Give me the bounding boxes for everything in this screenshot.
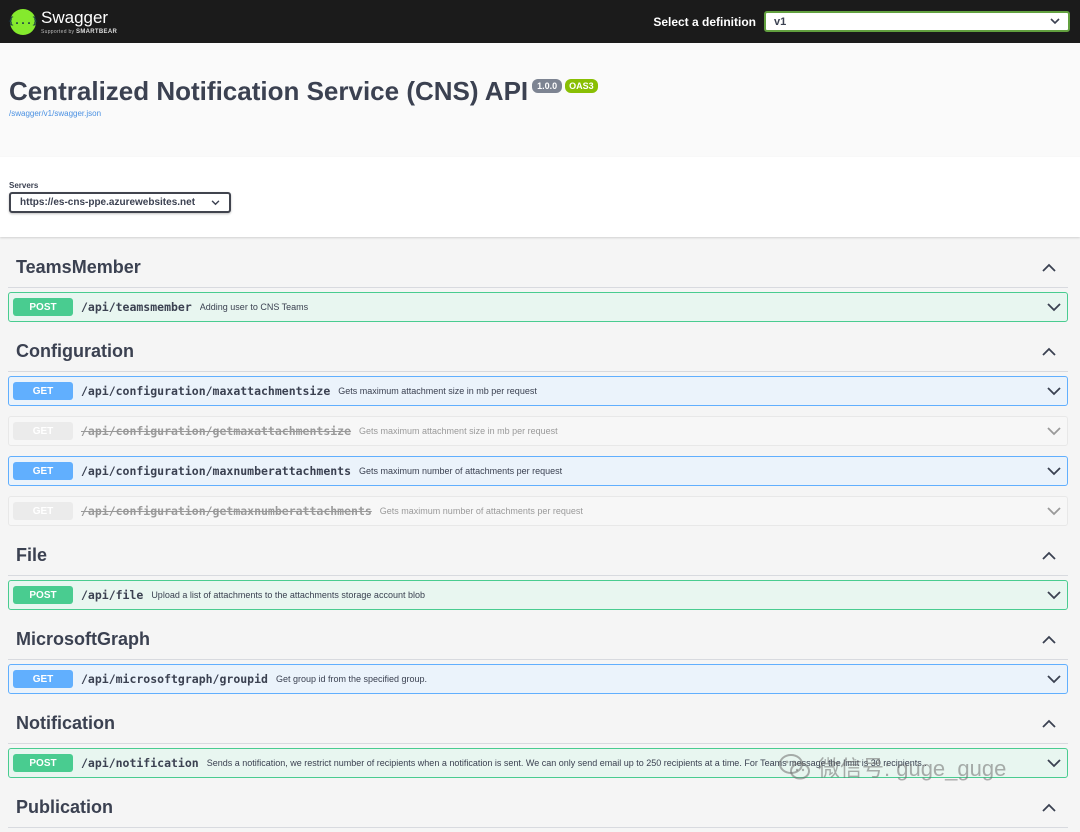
oas-badge: OAS3 (565, 79, 598, 93)
operation-summary: Gets maximum number of attachments per r… (379, 506, 583, 516)
chevron-down-icon[interactable] (1047, 674, 1061, 684)
swagger-logo-icon: {...} (8, 8, 38, 35)
definition-picker: Select a definition v1 (653, 11, 1070, 32)
operation-path: /api/notification (81, 756, 199, 770)
method-badge: GET (13, 462, 73, 480)
definition-value: v1 (774, 15, 787, 28)
api-info: Centralized Notification Service (CNS) A… (0, 43, 1080, 157)
servers-section: Servers https://es-cns-ppe.azurewebsites… (0, 157, 1080, 237)
operation-summary: Adding user to CNS Teams (199, 302, 309, 312)
operation-row[interactable]: GET/api/configuration/getmaxnumberattach… (8, 496, 1068, 526)
chevron-down-icon[interactable] (1047, 758, 1061, 768)
logo-name: Swagger (41, 7, 109, 27)
swagger-logo[interactable]: {...} Swagger Supported by SMARTBEAR (8, 7, 118, 35)
tag-section-notification[interactable]: Notification (8, 704, 1068, 744)
operation-path: /api/configuration/getmaxattachmentsize (81, 424, 352, 438)
method-badge: GET (13, 670, 73, 688)
tag-name: File (16, 545, 48, 565)
chevron-up-icon[interactable] (1042, 347, 1056, 357)
operation-path: /api/microsoftgraph/groupid (81, 672, 268, 686)
chevron-down-icon[interactable] (1047, 466, 1061, 476)
tag-name: Configuration (16, 341, 134, 361)
chevron-down-icon (1050, 18, 1060, 25)
operation-path: /api/configuration/maxattachmentsize (81, 384, 331, 398)
method-badge: GET (13, 382, 73, 400)
version-badge: 1.0.0 (532, 79, 563, 93)
servers-value: https://es-cns-ppe.azurewebsites.net (20, 197, 196, 208)
tag-name: Publication (16, 797, 114, 817)
tag-name: Notification (16, 713, 115, 733)
operation-path: /api/file (81, 588, 144, 602)
chevron-down-icon[interactable] (1047, 506, 1061, 516)
chevron-up-icon[interactable] (1042, 803, 1056, 813)
tag-section-publication[interactable]: Publication (8, 788, 1068, 828)
chevron-up-icon[interactable] (1042, 635, 1056, 645)
operation-path: /api/configuration/getmaxnumberattachmen… (81, 504, 372, 518)
operation-row[interactable]: POST/api/file Upload a list of attachment… (8, 580, 1068, 610)
chevron-up-icon[interactable] (1042, 719, 1056, 729)
operation-row[interactable]: GET/api/configuration/maxnumberattachmen… (8, 456, 1068, 486)
operation-summary: Get group id from the specified group. (275, 674, 428, 684)
servers-label: Servers (9, 181, 39, 190)
operation-row[interactable]: GET/api/configuration/getmaxattachmentsi… (8, 416, 1068, 446)
operation-summary: Upload a list of attachments to the atta… (151, 590, 425, 600)
method-badge: POST (13, 298, 73, 316)
chevron-down-icon[interactable] (1047, 302, 1061, 312)
servers-select[interactable]: https://es-cns-ppe.azurewebsites.net (9, 192, 231, 213)
operation-row[interactable]: GET/api/microsoftgraph/groupid Get group … (8, 664, 1068, 694)
operation-summary: Gets maximum attachment size in mb per r… (359, 426, 558, 436)
spec-url-link[interactable]: /swagger/v1/swagger.json (9, 109, 101, 118)
chevron-up-icon[interactable] (1042, 551, 1056, 561)
chevron-down-icon (211, 199, 220, 205)
definition-label: Select a definition (653, 14, 756, 29)
operation-row[interactable]: GET/api/configuration/maxattachmentsize G… (8, 376, 1068, 406)
method-badge: POST (13, 586, 73, 604)
chevron-up-icon[interactable] (1042, 263, 1056, 273)
tag-section-configuration[interactable]: Configuration (8, 332, 1068, 372)
chevron-down-icon[interactable] (1047, 386, 1061, 396)
tag-section-file[interactable]: File (8, 536, 1068, 576)
operation-path: /api/teamsmember (81, 300, 192, 314)
operations-list: TeamsMember POST/api/teamsmember Adding us… (8, 248, 1068, 832)
tag-section-teamsmember[interactable]: TeamsMember (8, 248, 1068, 288)
operation-row[interactable]: POST/api/teamsmember Adding user to CNS T… (8, 292, 1068, 322)
operation-path: /api/configuration/maxnumberattachments (81, 464, 352, 478)
method-badge: POST (13, 754, 73, 772)
tag-name: MicrosoftGraph (16, 629, 151, 649)
watermark-text: 微信号: guge_guge (818, 756, 1007, 781)
operation-summary: Gets maximum attachment size in mb per r… (338, 386, 537, 396)
tag-name: TeamsMember (16, 257, 141, 277)
logo-sub: Supported by SMARTBEAR (41, 28, 118, 35)
topbar: {...} Swagger Supported by SMARTBEAR Sel… (0, 0, 1080, 43)
wechat-icon (779, 754, 810, 780)
chevron-down-icon[interactable] (1047, 426, 1061, 436)
method-badge: GET (13, 502, 73, 520)
page-title: Centralized Notification Service (CNS) A… (9, 76, 529, 106)
watermark: 微信号: guge_guge (778, 751, 1006, 783)
method-badge: GET (13, 422, 73, 440)
definition-select[interactable]: v1 (764, 11, 1070, 32)
chevron-down-icon[interactable] (1047, 590, 1061, 600)
operation-summary: Gets maximum number of attachments per r… (359, 466, 563, 476)
tag-section-microsoftgraph[interactable]: MicrosoftGraph (8, 620, 1068, 660)
